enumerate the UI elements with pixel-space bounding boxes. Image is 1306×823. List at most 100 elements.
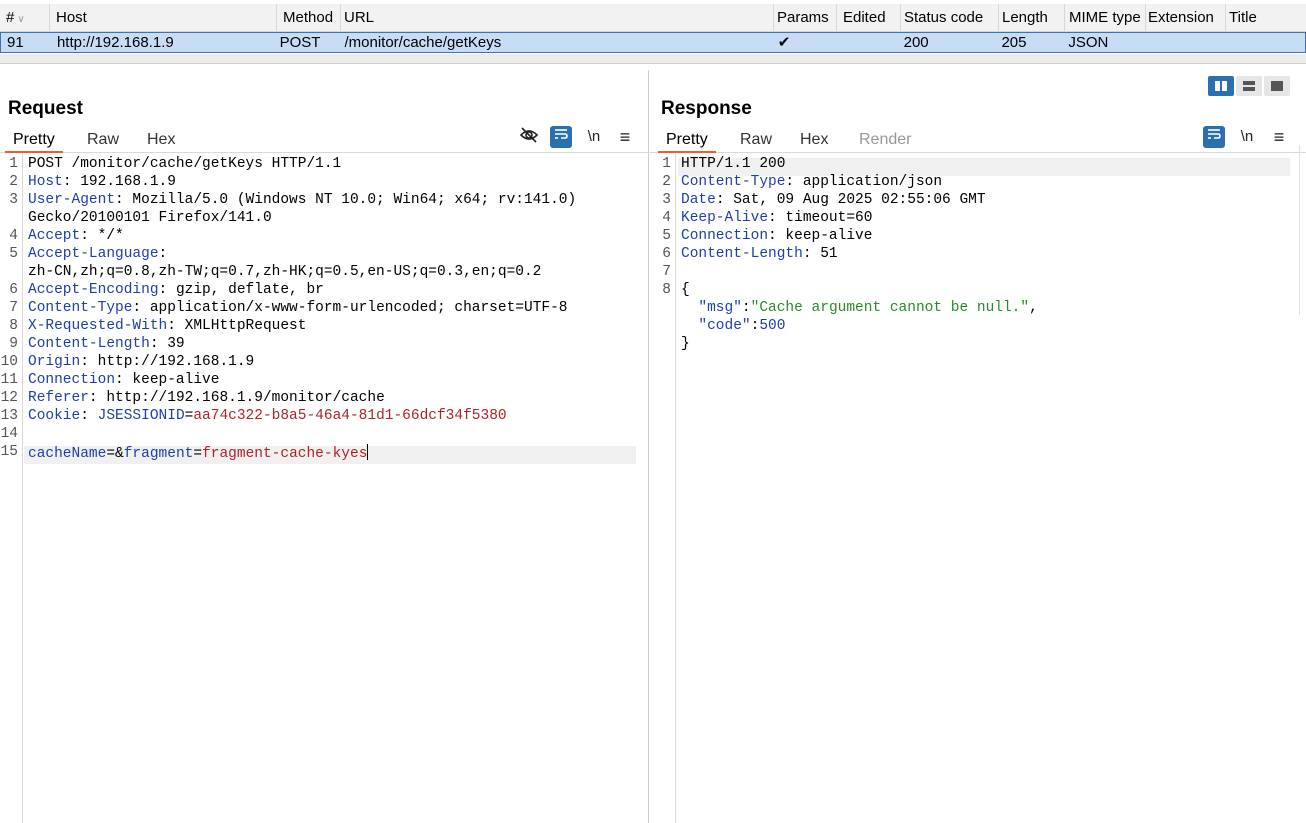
split-divider[interactable] [0,54,1306,64]
menu-icon[interactable]: ≡ [614,126,636,148]
code-line: Origin: http://192.168.1.9 [28,354,254,370]
cell-title [1225,33,1305,52]
header-separator: : [158,282,176,298]
tab-response-pretty[interactable]: Pretty [658,128,716,153]
tab-response-hex[interactable]: Hex [800,128,828,152]
code-line: Referer: http://192.168.1.9/monitor/cach… [28,390,385,406]
header-separator: : [88,390,107,406]
col-header-method[interactable]: Method [277,4,341,31]
param-name: fragment [123,446,194,462]
cell-host: http://192.168.1.9 [56,34,174,51]
menu-icon[interactable]: ≡ [1268,126,1290,148]
col-header-edited[interactable]: Edited [837,4,901,31]
code-line: Gecko/20100101 Firefox/141.0 [28,210,272,226]
tab-request-pretty[interactable]: Pretty [5,128,63,153]
col-header-num[interactable]: # ∨ [0,4,50,31]
code-line: cacheName=&fragment=fragment-cache-kyes [28,444,369,462]
header-value: 39 [167,336,185,352]
code-line: Content-Type: application/x-www-form-url… [28,300,568,316]
header-value: POST /monitor/cache/getKeys HTTP/1.1 [28,156,342,172]
table-header: # ∨ Host Method URL Params Edited Status … [0,4,1306,32]
request-title: Request [8,98,83,119]
code-line: Content-Length: 51 [681,246,838,262]
newline-toggle-icon[interactable]: \n [583,126,605,148]
header-name: Content-Type [28,300,133,316]
header-name: Connection [28,372,116,388]
header-value: timeout=60 [785,210,873,226]
tab-request-raw[interactable]: Raw [87,128,119,152]
newline-toggle-icon[interactable]: \n [1236,126,1258,148]
response-scrollbar[interactable] [1299,145,1306,315]
cell-url: /monitor/cache/getKeys [344,34,502,51]
header-name: Accept-Language [28,246,159,262]
header-name: Origin [28,354,81,370]
line-number: 5 [9,246,18,262]
cell-mime: JSON [1068,34,1109,51]
header-value: HTTP/1.1 200 [681,156,786,172]
line-number: 15 [0,444,18,460]
header-name: Content-Type [681,174,786,190]
json-key: "msg" [698,300,742,316]
col-header-length[interactable]: Length [999,4,1065,31]
split-horizontal-icon[interactable] [1208,76,1234,96]
header-value: keep-alive [785,228,873,244]
code-line: Accept: */* [28,228,124,244]
tab-response-render[interactable]: Render [859,128,911,152]
code-line: { [681,282,690,298]
word-wrap-icon[interactable] [1203,126,1225,148]
header-separator: : [132,300,150,316]
header-separator: : [115,192,133,208]
table-row[interactable]: 91 http://192.168.1.9 POST /monitor/cach… [0,32,1306,53]
header-value: 51 [820,246,838,262]
header-separator: : [80,354,98,370]
cell-num: 91 [7,34,24,51]
cookie-value: aa74c322-b8a5-46a4-81d1-66dcf34f5380 [193,408,507,424]
line-number: 1 [9,156,18,172]
header-value: application/json [802,174,943,190]
col-header-params[interactable]: Params [774,4,837,31]
header-separator: : [62,174,81,190]
header-separator: : [802,246,821,262]
split-vertical-icon[interactable] [1236,76,1262,96]
header-name: Referer [28,390,89,406]
tab-response-raw[interactable]: Raw [740,128,772,152]
text-cursor [367,444,369,460]
line-number: 2 [662,174,671,190]
param-name: cacheName [28,446,107,462]
col-header-url[interactable]: URL [341,4,774,31]
tab-request-hex[interactable]: Hex [147,128,175,152]
word-wrap-icon[interactable] [550,126,572,148]
col-header-status[interactable]: Status code [901,4,999,31]
header-separator: : [768,228,786,244]
param-value: fragment-cache-kyes [202,446,368,462]
header-value: zh-CN,zh;q=0.8,zh-TW;q=0.7,zh-HK;q=0.5,e… [28,264,542,280]
hide-eye-icon[interactable] [518,126,540,148]
json-line: "msg":"Cache argument cannot be null.", [681,300,1037,316]
header-value: Mozilla/5.0 (Windows NT 10.0; Win64; x64… [132,192,577,208]
col-header-title[interactable]: Title [1226,4,1306,31]
cell-edited [837,33,901,52]
header-name: Host [28,174,63,190]
code-line: POST /monitor/cache/getKeys HTTP/1.1 [28,156,341,172]
line-number: 12 [0,390,18,406]
layout-toggle [1208,76,1290,96]
tabbed-view-icon[interactable] [1264,76,1290,96]
line-number: 8 [9,318,18,334]
header-name: User-Agent [28,192,116,208]
code-line: Connection: keep-alive [28,372,219,388]
header-name: Content-Length [681,246,803,262]
header-name: X-Requested-With [28,318,168,334]
code-line: Cookie: JSESSIONID=aa74c322-b8a5-46a4-81… [28,408,507,424]
header-value: keep-alive [132,372,220,388]
line-number: 10 [0,354,18,370]
code-line: Accept-Encoding: gzip, deflate, br [28,282,324,298]
col-header-mime[interactable]: MIME type [1065,4,1146,31]
header-name: Accept [28,228,81,244]
col-header-extension[interactable]: Extension [1146,4,1226,31]
header-value: http://192.168.1.9/monitor/cache [106,390,385,406]
header-value: { [681,282,690,298]
header-name: Cookie [28,408,81,424]
col-header-host[interactable]: Host [50,4,277,31]
